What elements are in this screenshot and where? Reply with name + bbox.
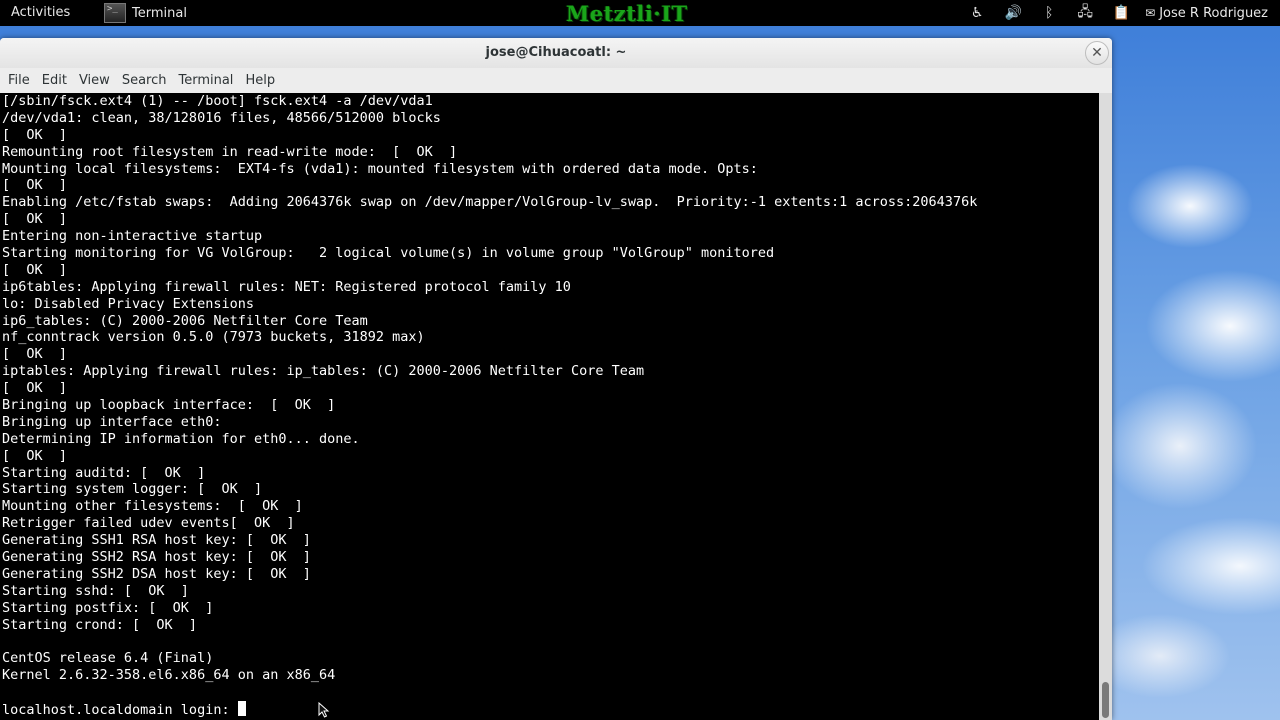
terminal-line: [ OK ] xyxy=(2,346,68,363)
terminal-line: Retrigger failed udev events[ OK ] xyxy=(2,515,295,532)
menu-view[interactable]: View xyxy=(75,73,114,88)
close-window-button[interactable]: ✕ xyxy=(1085,41,1109,65)
terminal-line: Starting crond: [ OK ] xyxy=(2,616,198,633)
menu-edit[interactable]: Edit xyxy=(38,73,71,88)
terminal-line: ip6tables: Applying firewall rules: NET:… xyxy=(2,278,571,295)
terminal-line: nf_conntrack version 0.5.0 (7973 buckets… xyxy=(2,329,425,346)
terminal-line: Determining IP information for eth0... d… xyxy=(2,430,360,447)
terminal-window: jose@Cihuacoatl: ~ ✕ File Edit View Sear… xyxy=(0,38,1112,720)
terminal-line: Bringing up loopback interface: [ OK ] xyxy=(2,397,336,414)
terminal-line: Enabling /etc/fstab swaps: Adding 206437… xyxy=(2,194,978,211)
terminal-line: Generating SSH2 RSA host key: [ OK ] xyxy=(2,549,311,566)
terminal-scrollbar[interactable] xyxy=(1099,93,1112,720)
user-menu[interactable]: ✉ Jose R Rodriguez xyxy=(1145,6,1268,21)
window-titlebar[interactable]: jose@Cihuacoatl: ~ xyxy=(0,38,1112,68)
user-name: Jose R Rodriguez xyxy=(1159,5,1268,21)
terminal-screen[interactable]: [/sbin/fsck.ext4 (1) -- /boot] fsck.ext4… xyxy=(0,93,1099,720)
terminal-line: [ OK ] xyxy=(2,211,68,228)
terminal-line: Generating SSH1 RSA host key: [ OK ] xyxy=(2,532,311,549)
scrollbar-thumb[interactable] xyxy=(1102,682,1109,718)
close-icon: ✕ xyxy=(1091,45,1103,61)
terminal-line: Starting sshd: [ OK ] xyxy=(2,582,189,599)
system-tray: ♿ 🔊 ᛒ 🖧 📋 ✉ Jose R Rodriguez xyxy=(959,0,1280,26)
app-menu[interactable]: >_ Terminal xyxy=(104,0,187,26)
login-prompt: localhost.localdomain login: xyxy=(2,702,238,719)
terminal-line: [ OK ] xyxy=(2,447,68,464)
window-title: jose@Cihuacoatl: ~ xyxy=(485,45,627,60)
top-bar: Activities >_ Terminal Metztli·IT ♿ 🔊 ᛒ … xyxy=(0,0,1280,26)
brand-logo-text: Metztli·IT xyxy=(566,1,688,26)
accessibility-icon[interactable]: ♿ xyxy=(969,5,985,21)
menu-help[interactable]: Help xyxy=(241,73,279,88)
terminal-line: Mounting local filesystems: EXT4-fs (vda… xyxy=(2,160,758,177)
terminal-line: [/sbin/fsck.ext4 (1) -- /boot] fsck.ext4… xyxy=(2,93,433,109)
terminal-line: [ OK ] xyxy=(2,380,68,397)
volume-icon[interactable]: 🔊 xyxy=(1004,5,1021,21)
terminal-line: Starting auditd: [ OK ] xyxy=(2,464,206,481)
terminal-line: [ OK ] xyxy=(2,177,68,194)
terminal-line: Bringing up interface eth0: xyxy=(2,413,222,430)
terminal-line: [ OK ] xyxy=(2,261,68,278)
app-menu-label: Terminal xyxy=(132,5,187,21)
login-prompt-line[interactable]: localhost.localdomain login: xyxy=(2,701,977,718)
mouse-pointer-icon xyxy=(318,702,330,718)
terminal-line: /dev/vda1: clean, 38/128016 files, 48566… xyxy=(2,109,441,126)
menu-terminal[interactable]: Terminal xyxy=(174,73,237,88)
clipboard-icon[interactable]: 📋 xyxy=(1112,5,1129,21)
terminal-line: Kernel 2.6.32-358.el6.x86_64 on an x86_6… xyxy=(2,667,336,684)
terminal-line: [ OK ] xyxy=(2,126,68,143)
menu-search[interactable]: Search xyxy=(118,73,171,88)
network-icon[interactable]: 🖧 xyxy=(1077,4,1093,21)
bluetooth-icon[interactable]: ᛒ xyxy=(1041,5,1057,21)
menu-bar: File Edit View Search Terminal Help xyxy=(0,68,1112,92)
terminal-line: CentOS release 6.4 (Final) xyxy=(2,650,214,667)
terminal-line: ip6_tables: (C) 2000-2006 Netfilter Core… xyxy=(2,312,368,329)
menu-file[interactable]: File xyxy=(4,73,34,88)
terminal-app-icon: >_ xyxy=(104,3,126,23)
terminal-line: Starting system logger: [ OK ] xyxy=(2,481,263,498)
terminal-output: [/sbin/fsck.ext4 (1) -- /boot] fsck.ext4… xyxy=(2,93,977,718)
text-cursor xyxy=(237,701,246,717)
terminal-line: Starting monitoring for VG VolGroup: 2 l… xyxy=(2,245,775,262)
terminal-line: lo: Disabled Privacy Extensions xyxy=(2,295,254,312)
terminal-line: Entering non-interactive startup xyxy=(2,228,263,245)
user-icon: ✉ xyxy=(1145,6,1156,20)
terminal-line: Remounting root filesystem in read-write… xyxy=(2,143,458,160)
terminal-line: iptables: Applying firewall rules: ip_ta… xyxy=(2,363,645,380)
activities-button[interactable]: Activities xyxy=(11,5,70,20)
terminal-line: Mounting other filesystems: [ OK ] xyxy=(2,498,303,515)
terminal-line: Starting postfix: [ OK ] xyxy=(2,599,214,616)
terminal-line: Generating SSH2 DSA host key: [ OK ] xyxy=(2,565,311,582)
